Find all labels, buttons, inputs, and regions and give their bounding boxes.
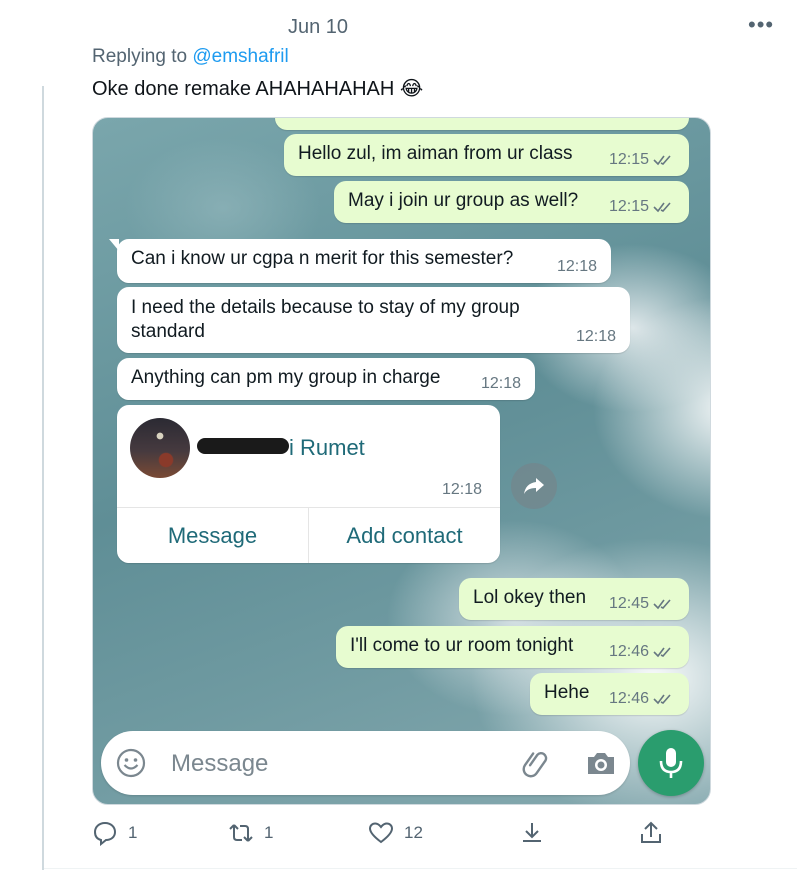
message-text: I'll come to ur room tonight — [350, 635, 574, 656]
attach-icon[interactable] — [521, 748, 553, 780]
redaction-bar — [197, 438, 289, 454]
retweet-button[interactable]: 1 — [228, 820, 273, 846]
double-check-icon — [653, 202, 671, 213]
message-bubble-in: Can i know ur cgpa n merit for this seme… — [109, 239, 611, 283]
divider — [44, 868, 797, 869]
mic-icon — [659, 748, 683, 778]
tweet-text: Oke done remake AHAHAHAHAH 😂 — [92, 78, 424, 100]
message-text: Anything can pm my group in charge — [131, 367, 441, 388]
message-time: 12:18 — [556, 258, 597, 275]
share-button[interactable] — [638, 820, 664, 846]
retweet-icon — [229, 824, 253, 842]
camera-icon[interactable] — [585, 748, 617, 778]
thread-line — [42, 86, 44, 870]
double-check-icon — [653, 155, 671, 166]
message-time: 12:45 — [609, 595, 675, 613]
tweet-date: Jun 10 — [288, 16, 349, 38]
message-input[interactable]: Message — [171, 750, 268, 778]
message-text: May i join ur group as well? — [348, 190, 579, 211]
forward-icon[interactable] — [511, 463, 557, 509]
replying-to: Replying to @emshafril — [92, 46, 289, 68]
double-check-icon — [653, 694, 671, 705]
message-text: Lol okey then — [473, 587, 587, 608]
more-icon[interactable]: ••• — [748, 12, 774, 38]
chat-screenshot[interactable]: Hello zul, im aiman from ur class 12:15 … — [92, 117, 711, 805]
message-input-bar[interactable]: Message — [101, 731, 630, 795]
like-icon — [368, 822, 394, 844]
emoji-icon[interactable] — [116, 748, 146, 778]
message-time: 12:46 — [609, 690, 675, 708]
message-bubble-out: I'll come to ur room tonight 12:46 — [336, 626, 689, 668]
avatar[interactable] — [130, 418, 190, 478]
message-time: 12:18 — [441, 481, 482, 498]
contact-card[interactable]: i Rumet 12:18 Message Add contact — [117, 405, 500, 563]
message-text: I need the details because to stay of my… — [131, 297, 520, 342]
message-time: 12:46 — [609, 643, 675, 661]
tweet-action-bar: 1 1 12 — [92, 820, 672, 856]
message-bubble-out: Hello zul, im aiman from ur class 12:15 — [284, 134, 689, 176]
replying-prefix: Replying to — [92, 46, 188, 67]
message-time: 12:18 — [575, 328, 616, 345]
reply-count: 1 — [128, 823, 138, 842]
message-contact-button[interactable]: Message — [117, 508, 309, 563]
share-icon — [641, 821, 661, 843]
message-bubble-out: Hehe 12:46 — [530, 673, 689, 715]
message-text: Hello zul, im aiman from ur class — [298, 143, 573, 164]
double-check-icon — [653, 647, 671, 658]
partial-message-bubble — [275, 118, 689, 130]
like-count: 12 — [404, 823, 423, 842]
message-bubble-out: Lol okey then 12:45 — [459, 578, 689, 620]
message-bubble-in: I need the details because to stay of my… — [117, 287, 630, 353]
double-check-icon — [653, 599, 671, 610]
retweet-count: 1 — [264, 823, 274, 842]
message-text: Hehe — [544, 682, 590, 703]
contact-card-actions: Message Add contact — [117, 507, 500, 563]
download-icon — [523, 823, 541, 842]
contact-name[interactable]: i Rumet — [289, 435, 365, 461]
message-bubble-in: Anything can pm my group in charge 12:18 — [117, 358, 535, 400]
message-bubble-out: May i join ur group as well? 12:15 — [334, 181, 689, 223]
message-text: Can i know ur cgpa n merit for this seme… — [131, 248, 514, 269]
message-time: 12:15 — [609, 198, 675, 216]
replying-handle-link[interactable]: @emshafril — [192, 46, 288, 67]
message-time: 12:18 — [480, 375, 521, 392]
download-button[interactable] — [519, 820, 545, 846]
like-button[interactable]: 12 — [368, 820, 423, 846]
mic-button[interactable] — [638, 730, 704, 796]
message-time: 12:15 — [609, 151, 675, 169]
reply-button[interactable]: 1 — [92, 820, 137, 846]
add-contact-button[interactable]: Add contact — [309, 508, 500, 563]
bubble-tail — [109, 239, 119, 251]
reply-icon — [93, 821, 117, 846]
